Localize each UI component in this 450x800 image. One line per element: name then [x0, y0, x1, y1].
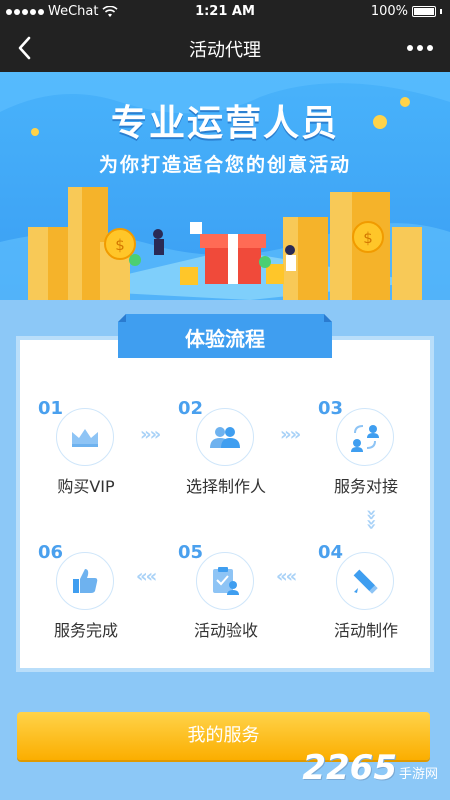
step-label: 服务对接 [333, 477, 398, 496]
status-bar: WeChat 1:21 AM 100% [0, 0, 450, 24]
section-header: 体验流程 [118, 314, 332, 358]
chevrons-down-icon: »» [361, 508, 383, 529]
step-label: 选择制作人 [185, 477, 266, 496]
battery-tip [440, 9, 442, 14]
watermark-logo: 2265 手游网 [302, 748, 438, 788]
more-options-button[interactable] [400, 38, 440, 58]
step-icon-circle [196, 408, 254, 466]
step-01[interactable]: 01 购买VIP [36, 398, 136, 498]
step-number: 06 [38, 542, 64, 563]
section-title: 体验流程 [185, 327, 265, 351]
clipboard-user-icon [213, 567, 239, 595]
watermark-number: 2265 [302, 748, 397, 788]
step-number: 01 [38, 398, 64, 419]
step-label: 活动制作 [333, 621, 398, 640]
pencil-ruler-icon [353, 569, 378, 594]
step-05[interactable]: 05 活动验收 [176, 542, 276, 642]
step-icon-circle [56, 552, 114, 610]
step-03[interactable]: 03 服务对接 [316, 398, 416, 498]
battery-group: 100% [371, 4, 442, 19]
step-06[interactable]: 06 服务完成 [36, 542, 136, 642]
thumbs-up-icon [73, 569, 98, 593]
battery-label: 100% [370, 4, 408, 19]
step-02[interactable]: 02 选择制作人 [176, 398, 276, 498]
step-number: 03 [318, 398, 344, 419]
svg-text:$: $ [115, 236, 125, 254]
chevrons-right-icon: »» [280, 424, 301, 445]
step-icon-circle [336, 408, 394, 466]
step-number: 05 [178, 542, 204, 563]
step-number: 04 [318, 542, 344, 563]
city-illustration: $ $ [28, 187, 422, 300]
exchange-icon [351, 425, 379, 452]
banner: 专业运营人员 为你打造适合您的创意活动 $ $ [0, 72, 450, 300]
battery-icon [412, 6, 436, 17]
more-icon [407, 45, 413, 51]
step-icon-circle [336, 552, 394, 610]
page-title: 活动代理 [189, 40, 261, 61]
step-label: 服务完成 [53, 621, 118, 640]
chevrons-left-icon: «« [136, 566, 157, 587]
people-icon [210, 427, 240, 448]
chevrons-left-icon: «« [276, 566, 297, 587]
nav-bar: 活动代理 [0, 24, 450, 72]
step-label: 购买VIP [57, 477, 115, 496]
step-label: 活动验收 [193, 621, 258, 640]
step-number: 02 [178, 398, 204, 419]
back-button[interactable] [8, 32, 40, 64]
chevron-left-icon [18, 36, 31, 60]
banner-title: 专业运营人员 [110, 103, 339, 144]
watermark-text: 手游网 [398, 767, 438, 782]
chevrons-right-icon: »» [140, 424, 161, 445]
step-icon-circle [56, 408, 114, 466]
crown-icon [72, 429, 98, 447]
svg-text:$: $ [363, 229, 373, 247]
step-icon-circle [196, 552, 254, 610]
step-04[interactable]: 04 活动制作 [316, 542, 416, 642]
